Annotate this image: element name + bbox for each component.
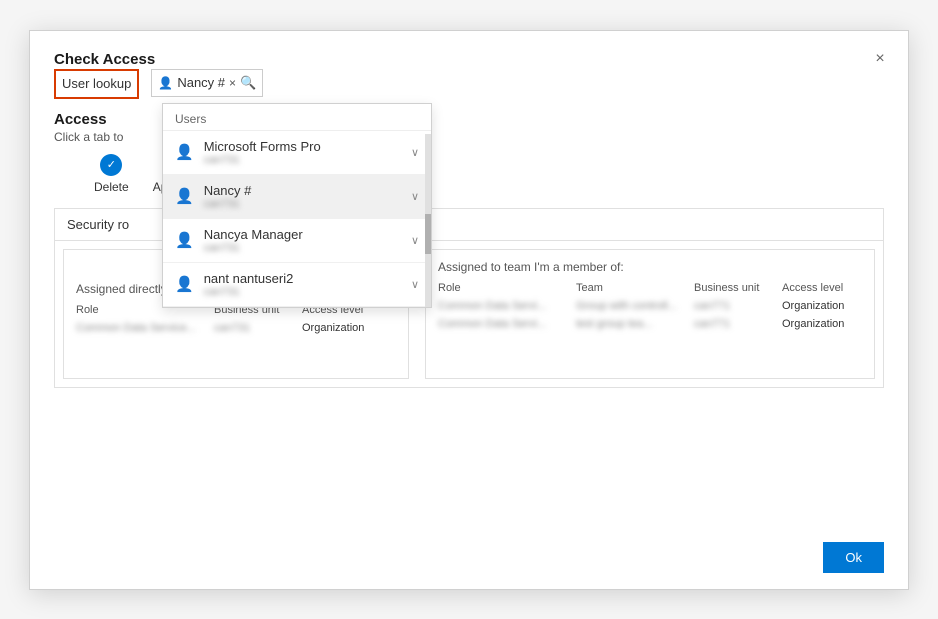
panel-title: Assigned to team I'm a member of:: [438, 260, 862, 274]
user-avatar-icon: 👤: [175, 143, 194, 161]
close-button[interactable]: ×: [868, 47, 892, 71]
cell-role: Common Data Servi...: [438, 300, 568, 312]
col-header-al: Access level: [782, 282, 862, 294]
dropdown-header: Users: [163, 104, 431, 131]
top-row: User lookup 👤 Nancy # × 🔍 Users 👤 Micros…: [54, 69, 884, 99]
item-sub: can731: [204, 242, 401, 254]
cell-team: test group tea...: [576, 318, 686, 330]
list-item[interactable]: 👤 nant nantuseri2 can731 ∨: [163, 263, 431, 307]
cell-bu: can771: [694, 300, 774, 312]
cell-al: Organization: [782, 300, 862, 312]
list-item[interactable]: 👤 Nancya Manager can731 ∨: [163, 219, 431, 263]
cell-team: Group with controll...: [576, 300, 686, 312]
chevron-icon: ∨: [411, 190, 419, 203]
item-sub: can731: [204, 198, 401, 210]
item-sub: can731: [204, 286, 401, 298]
scrollbar-thumb[interactable]: [425, 214, 431, 254]
col-header-team: Team: [576, 282, 686, 294]
chevron-icon: ∨: [411, 146, 419, 159]
item-sub: can731: [204, 154, 401, 166]
user-avatar-icon: 👤: [175, 231, 194, 249]
list-item[interactable]: 👤 Microsoft Forms Pro can731 ∨: [163, 131, 431, 175]
item-name: Nancy #: [204, 183, 401, 198]
col-header-bu: Business unit: [694, 282, 774, 294]
clear-search-button[interactable]: ×: [229, 76, 236, 90]
user-lookup-label: User lookup: [54, 69, 139, 99]
table-row: Common Data Service... can731 Organizati…: [76, 322, 396, 334]
table-row: Common Data Servi... test group tea... c…: [438, 318, 862, 330]
assigned-team-panel: Assigned to team I'm a member of: Role T…: [425, 249, 875, 379]
perm-delete: ✓ Delete: [94, 154, 129, 194]
cell-al: Organization: [782, 318, 862, 330]
user-avatar-icon: 👤: [175, 187, 194, 205]
ok-button[interactable]: Ok: [823, 542, 884, 573]
item-name: Nancya Manager: [204, 227, 401, 242]
user-dropdown: Users 👤 Microsoft Forms Pro can731 ∨ 👤 N…: [162, 103, 432, 308]
chevron-icon: ∨: [411, 278, 419, 291]
col-header-role: Role: [438, 282, 568, 294]
cell-role: Common Data Servi...: [438, 318, 568, 330]
scrollbar[interactable]: [425, 134, 431, 307]
search-button[interactable]: 🔍: [240, 75, 256, 91]
cell-bu: can771: [694, 318, 774, 330]
list-item[interactable]: 👤 Nancy # can731 ∨: [163, 175, 431, 219]
item-name: Microsoft Forms Pro: [204, 139, 401, 154]
item-name: nant nantuseri2: [204, 271, 401, 286]
user-icon: 👤: [158, 76, 173, 90]
search-pill[interactable]: 👤 Nancy # × 🔍: [151, 69, 263, 97]
check-icon: ✓: [100, 154, 122, 176]
cell-role: Common Data Service...: [76, 322, 206, 334]
chevron-icon: ∨: [411, 234, 419, 247]
cell-al: Organization: [302, 322, 382, 334]
security-title: Security ro: [67, 217, 129, 232]
cell-bu: can731: [214, 322, 294, 334]
check-access-dialog: Check Access × User lookup 👤 Nancy # × 🔍…: [29, 30, 909, 590]
table-header-row: Role Team Business unit Access level: [438, 282, 862, 294]
dialog-title: Check Access: [54, 51, 155, 68]
perm-label: Delete: [94, 180, 129, 194]
table-row: Common Data Servi... Group with controll…: [438, 300, 862, 312]
search-pill-text: Nancy #: [177, 75, 225, 90]
user-avatar-icon: 👤: [175, 275, 194, 293]
